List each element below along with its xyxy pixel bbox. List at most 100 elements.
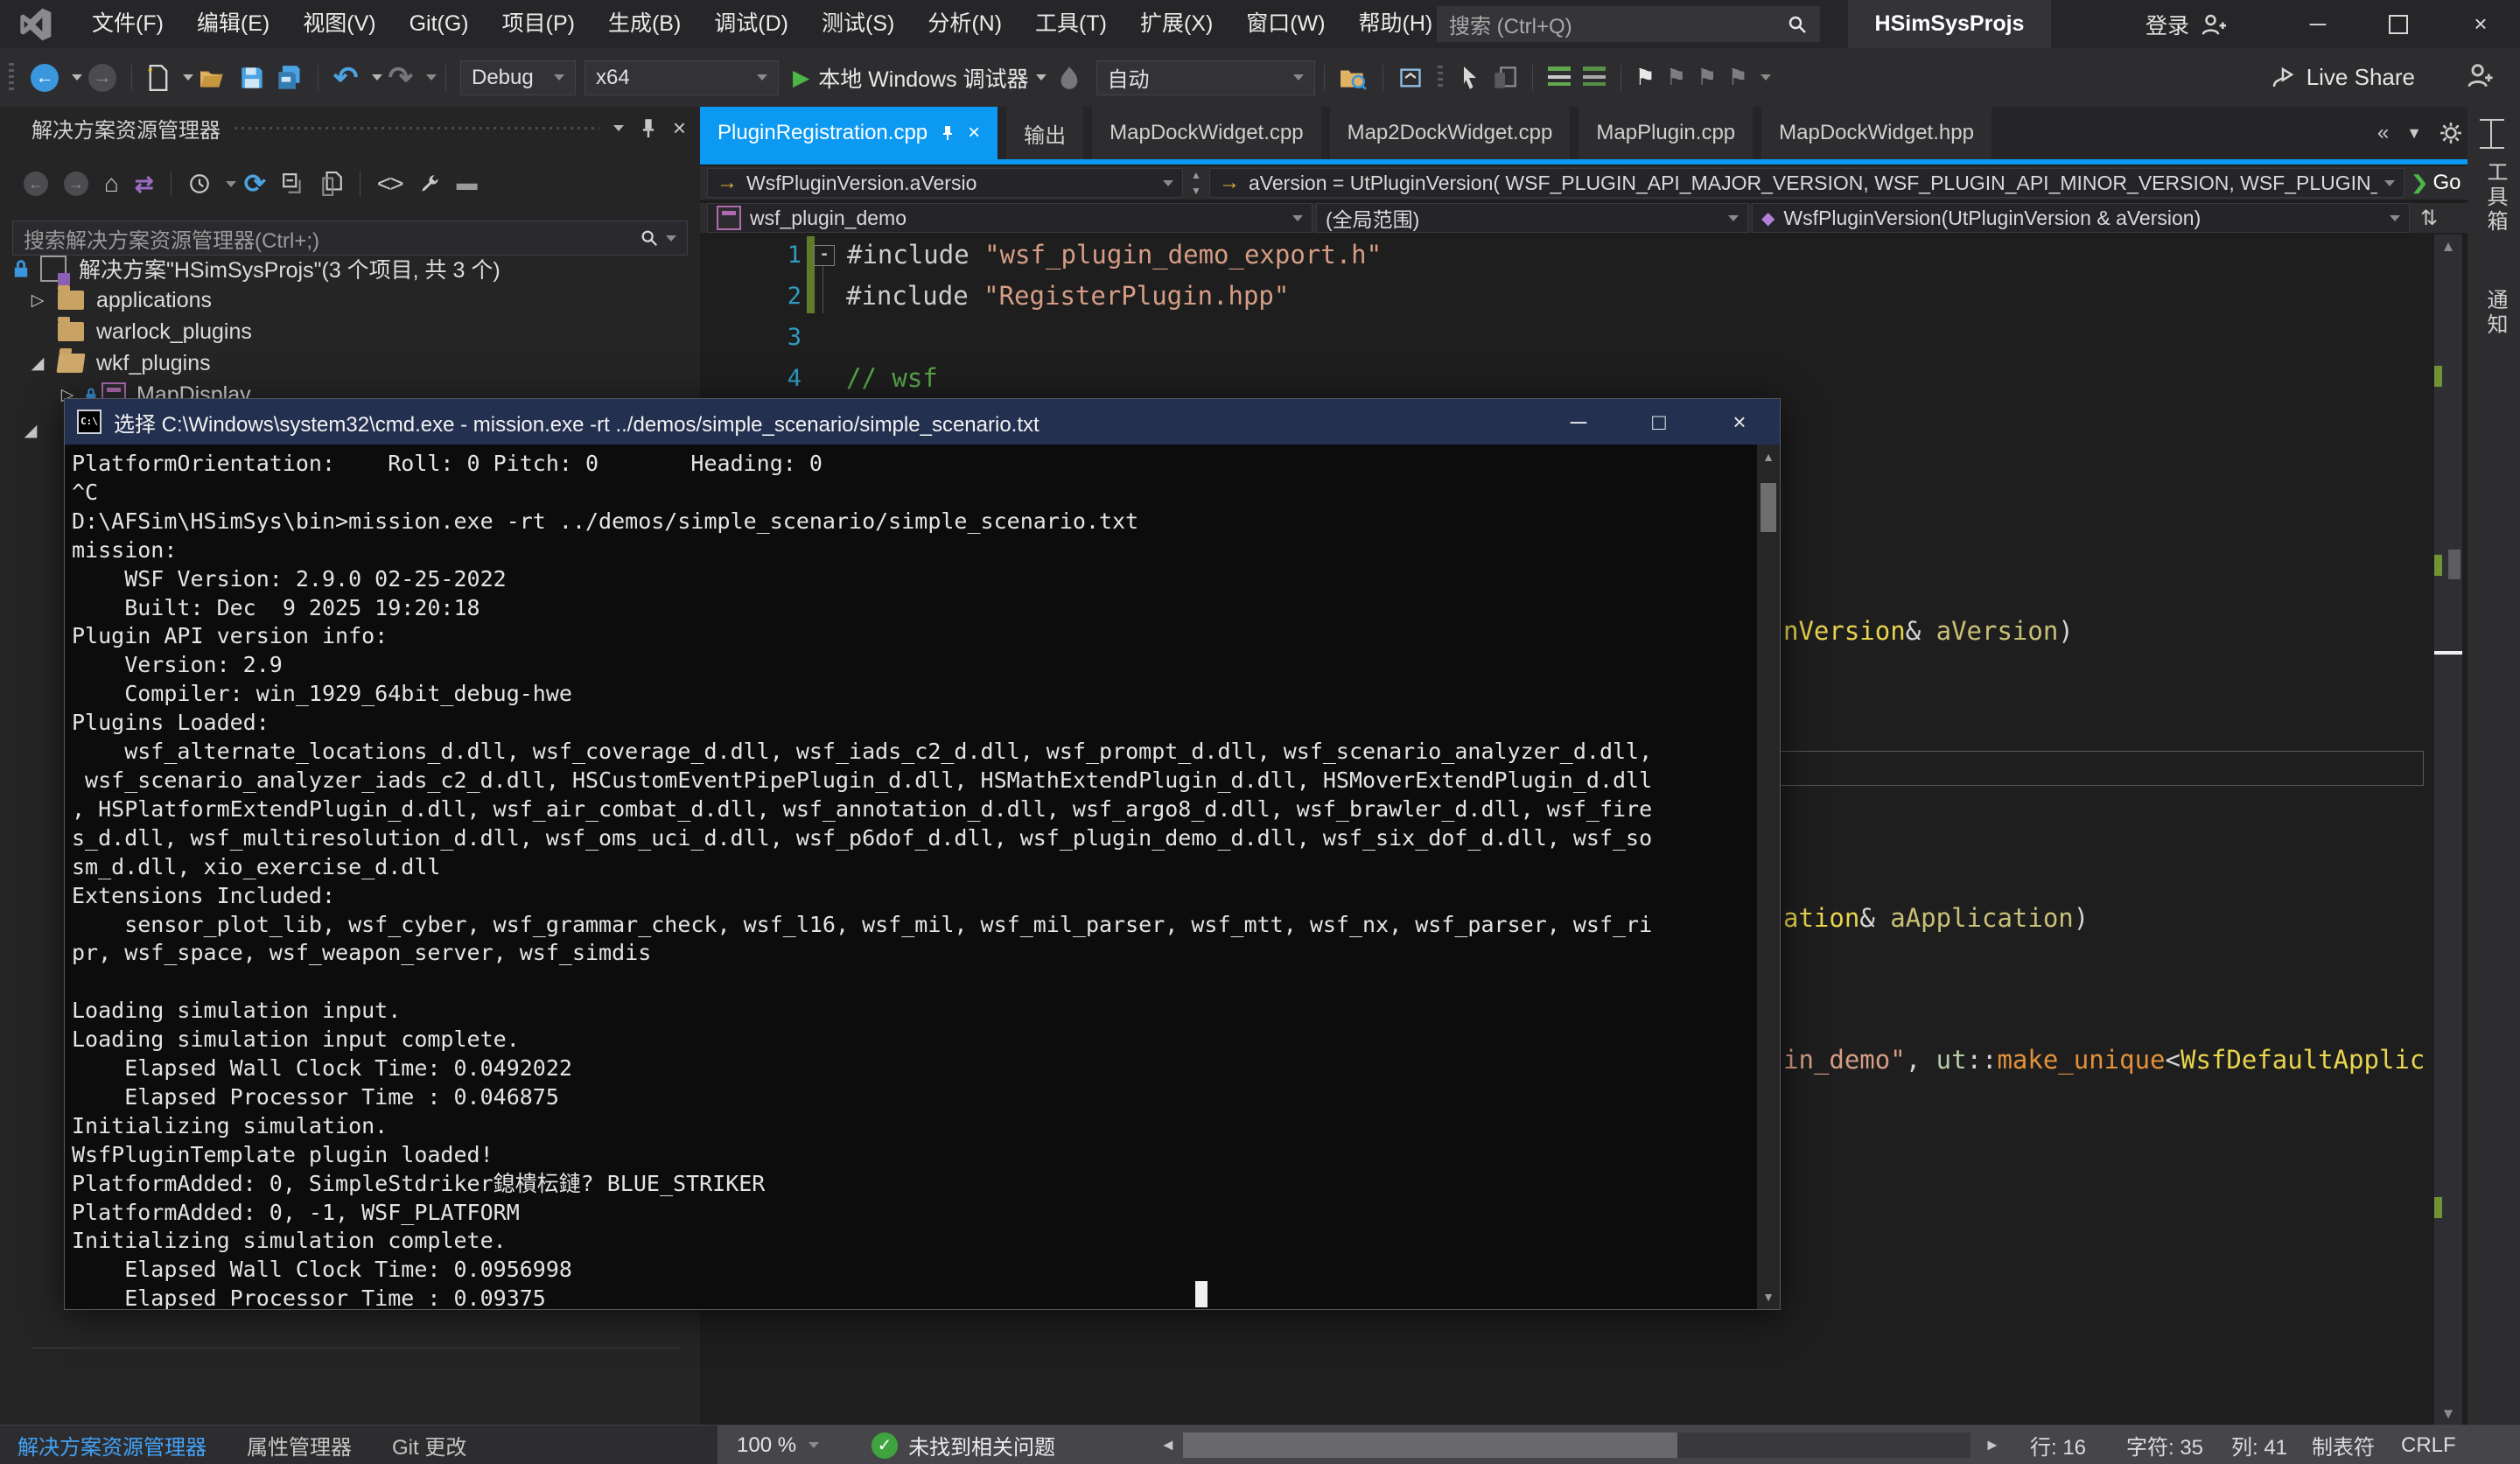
menu-item[interactable]: 项目(P) xyxy=(486,0,592,48)
home-icon[interactable]: ⌂ xyxy=(104,170,119,198)
window-layout-icon[interactable] xyxy=(2480,119,2504,149)
console-scrollbar[interactable]: ▲ ▼ xyxy=(1757,445,1780,1309)
start-debugging-icon[interactable]: ▶ xyxy=(793,65,809,91)
toolbar-grip[interactable] xyxy=(1438,66,1443,90)
solution-platforms-dropdown[interactable]: x64 xyxy=(584,60,779,95)
chevron-down-icon[interactable] xyxy=(426,74,437,81)
close-icon[interactable]: × xyxy=(673,115,686,142)
console-body[interactable]: PlatformOrientation: Roll: 0 Pitch: 0 He… xyxy=(65,445,1780,1309)
minimize-button[interactable]: ─ xyxy=(2287,0,2348,48)
code-line[interactable]: #include "wsf_plugin_demo_export.h" xyxy=(814,235,1382,276)
menu-item[interactable]: 窗口(W) xyxy=(1229,0,1341,48)
code-health-indicator[interactable]: ✓ 未找到相关问题 xyxy=(872,1430,1055,1460)
quick-search-box[interactable]: 搜索 (Ctrl+Q) xyxy=(1437,6,1820,42)
scroll-up-icon[interactable]: ▲ xyxy=(2434,238,2462,256)
hot-reload-icon[interactable] xyxy=(1059,66,1080,90)
code-line[interactable]: // wsf xyxy=(814,358,938,399)
home-window-button[interactable] xyxy=(1398,66,1423,90)
close-button[interactable]: × xyxy=(1712,399,1768,445)
tool-window-tab[interactable]: 解决方案资源管理器 xyxy=(18,1430,206,1460)
solution-configurations-dropdown[interactable]: Debug xyxy=(460,60,576,95)
solution-name-badge[interactable]: HSimSysProjs xyxy=(1848,0,2051,48)
tree-expand-arrow-partial[interactable]: ◢ xyxy=(19,415,42,446)
scroll-down-icon[interactable]: ▼ xyxy=(2434,1405,2462,1423)
collapse-all-button[interactable] xyxy=(282,172,304,195)
member-dropdown[interactable]: ◆WsfPluginVersion(UtPluginVersion & aVer… xyxy=(1752,203,2410,233)
scrollbar-thumb[interactable] xyxy=(2448,550,2460,579)
restore-button[interactable] xyxy=(2368,0,2429,48)
chevron-down-icon[interactable] xyxy=(372,74,382,81)
editor-tab[interactable]: MapPlugin.cpp × xyxy=(1578,107,1753,159)
sort-descending-button[interactable] xyxy=(1583,67,1606,89)
menu-item[interactable]: 测试(S) xyxy=(805,0,911,48)
toggle-bookmark-button[interactable]: ⚑ xyxy=(1635,64,1656,91)
scroll-tabs-icon[interactable]: « xyxy=(2377,121,2389,145)
editor-tab[interactable]: MapDockWidget.cpp × xyxy=(1092,107,1320,159)
menu-item[interactable]: 分析(N) xyxy=(911,0,1018,48)
start-debugging-button[interactable]: 本地 Windows 调试器 xyxy=(818,62,1028,94)
debug-context-right-dropdown[interactable]: →aVersion = UtPluginVersion( WSF_PLUGIN_… xyxy=(1209,168,2404,198)
redo-button[interactable]: ↷ xyxy=(388,65,414,91)
toolbar-grip[interactable] xyxy=(9,63,14,93)
tool-window-tab[interactable]: Git 更改 xyxy=(392,1430,466,1460)
forward-button[interactable]: → xyxy=(64,172,88,196)
split-window-icon[interactable]: ⇅ xyxy=(2420,206,2438,231)
scrollbar-thumb[interactable] xyxy=(1183,1432,1677,1458)
close-button[interactable]: × xyxy=(2450,0,2511,48)
navigate-back-button[interactable]: ← xyxy=(31,64,59,92)
refresh-button[interactable]: ⟳ xyxy=(244,169,266,200)
chevron-down-icon[interactable] xyxy=(226,181,236,187)
find-in-files-button[interactable] xyxy=(1340,66,1368,90)
sort-ascending-button[interactable] xyxy=(1548,67,1571,89)
cmd-console-window[interactable]: 选择 C:\Windows\system32\cmd.exe - mission… xyxy=(64,398,1781,1310)
sync-with-active-document-button[interactable]: ⇄ xyxy=(135,171,154,198)
panel-drag-grip[interactable] xyxy=(234,123,599,132)
hot-reload-mode-dropdown[interactable]: 自动 xyxy=(1096,60,1315,95)
project-dropdown[interactable]: wsf_plugin_demo xyxy=(707,203,1312,233)
next-bookmark-button[interactable]: ⚑ xyxy=(1697,64,1717,91)
menu-item[interactable]: 帮助(H) xyxy=(1342,0,1450,48)
expand-collapsed-icon[interactable]: ▷ xyxy=(26,291,49,311)
menu-item[interactable]: 视图(V) xyxy=(286,0,392,48)
undo-button[interactable]: ↶ xyxy=(333,65,359,91)
editor-vertical-scrollbar[interactable]: ▲ ▼ xyxy=(2434,235,2462,1425)
tree-item-applications[interactable]: ▷ applications xyxy=(26,284,212,316)
save-all-button[interactable] xyxy=(276,65,303,91)
select-pointer-button[interactable] xyxy=(1460,66,1480,90)
context-spinner[interactable]: ▲▼ xyxy=(1183,169,1209,197)
add-user-icon[interactable] xyxy=(2464,60,2494,90)
document-outline-button[interactable] xyxy=(1493,66,1517,90)
chevron-down-icon[interactable] xyxy=(1760,74,1771,81)
live-share-button[interactable]: Live Share xyxy=(2270,48,2415,107)
editor-tab[interactable]: Map2DockWidget.cpp × xyxy=(1330,107,1571,159)
preview-selected-items-button[interactable]: ▬ xyxy=(457,172,478,196)
gear-icon[interactable] xyxy=(2440,122,2462,144)
code-line[interactable]: #include "RegisterPlugin.hpp" xyxy=(814,276,1289,317)
show-all-files-button[interactable] xyxy=(320,172,343,196)
menu-item[interactable]: 扩展(X) xyxy=(1124,0,1229,48)
menu-item[interactable]: 文件(F) xyxy=(75,0,180,48)
zoom-level-dropdown[interactable]: 100 % xyxy=(737,1433,819,1458)
scope-dropdown[interactable]: (全局范围) xyxy=(1316,203,1748,233)
code-line[interactable] xyxy=(814,317,846,358)
tree-item-wkf-plugins[interactable]: ◢ wkf_plugins xyxy=(26,347,211,379)
menu-item[interactable]: 编辑(E) xyxy=(180,0,286,48)
tree-item-solution[interactable]: 解决方案"HSimSysProjs"(3 个项目, 共 3 个) xyxy=(12,253,500,284)
chevron-down-icon[interactable] xyxy=(72,74,82,81)
navigate-forward-button[interactable]: → xyxy=(88,64,116,92)
pending-changes-filter-button[interactable] xyxy=(188,172,211,195)
properties-wrench-button[interactable] xyxy=(418,172,441,195)
tab-list-dropdown-icon[interactable]: ▼ xyxy=(2406,124,2422,143)
editor-tab[interactable]: MapDockWidget.hpp × xyxy=(1761,107,1992,159)
debug-context-left-dropdown[interactable]: →WsfPluginVersion.aVersio xyxy=(707,168,1183,198)
tab-notifications[interactable]: 通知 xyxy=(2480,289,2510,338)
fold-collapse-icon[interactable] xyxy=(814,245,835,266)
solution-search-box[interactable]: 搜索解决方案资源管理器(Ctrl+;) xyxy=(12,221,688,256)
scrollbar-thumb[interactable] xyxy=(1760,483,1776,532)
menu-item[interactable]: 工具(T) xyxy=(1018,0,1124,48)
tool-window-tab[interactable]: 属性管理器 xyxy=(247,1430,352,1460)
previous-bookmark-button[interactable]: ⚑ xyxy=(1666,64,1686,91)
menu-item[interactable]: Git(G) xyxy=(393,0,486,48)
tree-item-warlock-plugins[interactable]: warlock_plugins xyxy=(26,316,252,347)
window-position-dropdown[interactable] xyxy=(613,125,624,131)
